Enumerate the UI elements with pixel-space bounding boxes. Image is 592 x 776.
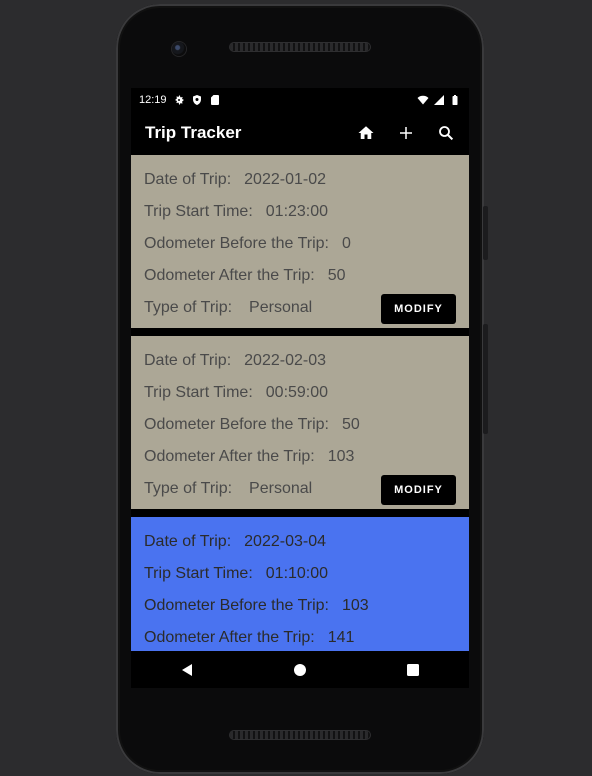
bottom-speaker (230, 731, 370, 739)
battery-icon (452, 95, 458, 105)
search-icon (439, 126, 454, 141)
top-speaker (230, 43, 370, 51)
odometer-before-value: 50 (341, 416, 360, 433)
start-time-label: Trip Start Time: (144, 565, 253, 582)
odometer-after-label: Odometer After the Trip: (144, 448, 315, 465)
back-icon (182, 663, 193, 676)
odometer-after-label: Odometer After the Trip: (144, 267, 315, 284)
odometer-before-row: Odometer Before the Trip: 0 (144, 235, 351, 253)
odometer-before-row: Odometer Before the Trip: 50 (144, 416, 360, 434)
app-bar: Trip Tracker (131, 112, 469, 154)
trip-list[interactable]: Date of Trip: 2022-01-02 Trip Start Time… (131, 155, 469, 688)
odometer-after-value: 50 (327, 267, 346, 284)
odometer-after-label: Odometer After the Trip: (144, 629, 315, 646)
type-label: Type of Trip: (144, 299, 233, 316)
date-row: Date of Trip: 2022-03-04 (144, 533, 326, 551)
shield-icon (192, 95, 201, 105)
odometer-before-value: 0 (341, 235, 351, 252)
volume-button (483, 324, 488, 434)
status-bar: 12:19 (131, 88, 469, 112)
odometer-before-value: 103 (341, 597, 369, 614)
start-time-row: Trip Start Time: 01:10:00 (144, 565, 328, 583)
start-time-label: Trip Start Time: (144, 384, 253, 401)
modify-button[interactable]: MODIFY (381, 475, 456, 505)
date-row: Date of Trip: 2022-02-03 (144, 352, 326, 370)
odometer-before-row: Odometer Before the Trip: 103 (144, 597, 369, 615)
signal-icon (434, 95, 444, 105)
odometer-after-row: Odometer After the Trip: 103 (144, 448, 354, 466)
wifi-icon (417, 95, 429, 105)
odometer-before-label: Odometer Before the Trip: (144, 597, 329, 614)
screen: 12:19 Trip Tracker Date of Trip: 2022-01… (131, 88, 469, 688)
date-value: 2022-03-04 (244, 533, 326, 550)
power-button (483, 206, 488, 260)
recents-icon (406, 663, 419, 676)
odometer-before-label: Odometer Before the Trip: (144, 235, 329, 252)
start-time-label: Trip Start Time: (144, 203, 253, 220)
status-time: 12:19 (139, 94, 167, 106)
type-value: Personal (249, 299, 313, 316)
odometer-before-label: Odometer Before the Trip: (144, 416, 329, 433)
home-icon (358, 126, 374, 139)
add-trip-button[interactable] (393, 120, 419, 146)
start-time-row: Trip Start Time: 00:59:00 (144, 384, 328, 402)
odometer-after-row: Odometer After the Trip: 141 (144, 629, 354, 647)
date-value: 2022-02-03 (244, 352, 326, 369)
date-label: Date of Trip: (144, 352, 232, 369)
date-value: 2022-01-02 (244, 171, 326, 188)
system-nav-bar (131, 651, 469, 688)
recents-button[interactable] (395, 655, 431, 685)
type-row: Type of Trip: Personal (144, 299, 312, 317)
start-time-row: Trip Start Time: 01:23:00 (144, 203, 328, 221)
odometer-after-value: 141 (327, 629, 355, 646)
start-time-value: 01:10:00 (265, 565, 329, 582)
type-value: Personal (249, 480, 313, 497)
trip-card[interactable]: Date of Trip: 2022-02-03 Trip Start Time… (131, 336, 469, 509)
odometer-after-row: Odometer After the Trip: 50 (144, 267, 346, 285)
back-button[interactable] (169, 655, 205, 685)
home-button[interactable] (353, 120, 379, 146)
start-time-value: 01:23:00 (265, 203, 329, 220)
sd-card-icon (210, 95, 219, 105)
date-row: Date of Trip: 2022-01-02 (144, 171, 326, 189)
odometer-after-value: 103 (327, 448, 355, 465)
modify-button[interactable]: MODIFY (381, 294, 456, 324)
plus-icon (400, 127, 412, 139)
app-title: Trip Tracker (145, 123, 242, 142)
home-circle-icon (293, 663, 306, 676)
home-nav-button[interactable] (282, 655, 318, 685)
trip-card[interactable]: Date of Trip: 2022-01-02 Trip Start Time… (131, 155, 469, 328)
gear-icon (175, 95, 184, 105)
date-label: Date of Trip: (144, 533, 232, 550)
start-time-value: 00:59:00 (265, 384, 329, 401)
search-button[interactable] (433, 120, 459, 146)
front-camera (172, 42, 186, 56)
type-label: Type of Trip: (144, 480, 233, 497)
type-row: Type of Trip: Personal (144, 480, 312, 498)
date-label: Date of Trip: (144, 171, 232, 188)
